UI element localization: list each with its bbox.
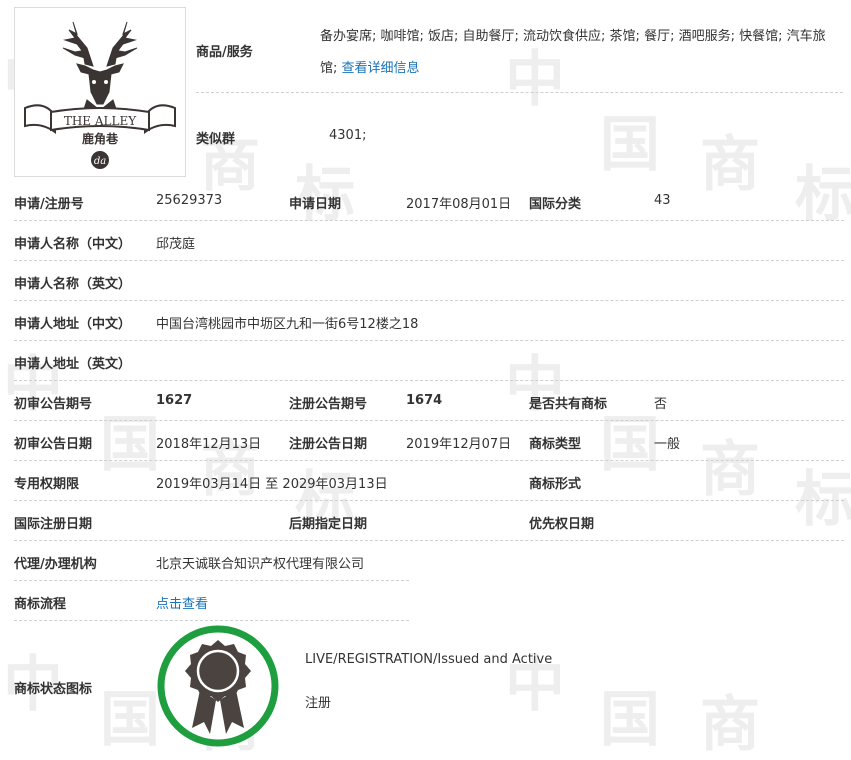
intl-reg-date-label: 国际注册日期 (14, 517, 93, 532)
issue-date-row: 初审公告日期 2018年12月13日 注册公告日期 2019年12月07日 商标… (14, 420, 844, 461)
reg-no-value: 25629373 (156, 193, 223, 208)
reg-date-label: 注册公告日期 (289, 437, 368, 452)
mark-form-label: 商标形式 (529, 477, 582, 492)
logo-brand-text: THE ALLEY (64, 114, 137, 128)
similar-group-row: 类似群 4301; (196, 92, 843, 180)
shared-label: 是否共有商标 (529, 397, 608, 412)
status-row: 商标状态图标 LIVE/REGISTRATION/Issued and Acti… (14, 620, 844, 750)
similar-group-value: 4301; (329, 128, 367, 143)
priority-date-label: 优先权日期 (529, 517, 595, 532)
exclusive-value: 2019年03月14日 至 2029年03月13日 (156, 477, 388, 492)
status-icon-label: 商标状态图标 (14, 682, 93, 697)
reg-issue-value: 1674 (406, 393, 443, 408)
address-cn-label: 申请人地址（中文） (14, 317, 132, 332)
address-cn-row: 申请人地址（中文） 中国台湾桃园市中坜区九和一街6号12楼之18 (14, 300, 844, 341)
services-value: 备办宴席; 咖啡馆; 饭店; 自助餐厅; 流动饮食供应; 茶馆; 餐厅; 酒吧服… (320, 21, 840, 85)
process-label: 商标流程 (14, 597, 67, 612)
applicant-cn-value: 邱茂庭 (156, 237, 196, 252)
status-cn-text: 注册 (305, 696, 332, 711)
prelim-issue-value: 1627 (156, 393, 193, 408)
registered-badge-icon (157, 625, 279, 747)
prelim-date-value: 2018年12月13日 (156, 437, 262, 452)
trademark-logo-image: THE ALLEY 鹿角巷 da (24, 21, 176, 169)
trademark-logo: THE ALLEY 鹿角巷 da (14, 7, 186, 177)
agent-row: 代理/办理机构 北京天诚联合知识产权代理有限公司 (14, 540, 409, 581)
apply-date-value: 2017年08月01日 (406, 197, 512, 212)
process-row: 商标流程 点击查看 (14, 580, 409, 621)
prelim-issue-label: 初审公告期号 (14, 397, 93, 412)
services-row: 商品/服务 备办宴席; 咖啡馆; 饭店; 自助餐厅; 流动饮食供应; 茶馆; 餐… (196, 7, 843, 93)
logo-sub-text: 鹿角巷 (82, 131, 119, 146)
address-en-label: 申请人地址（英文） (14, 357, 132, 372)
intl-class-label: 国际分类 (529, 197, 582, 212)
agent-label: 代理/办理机构 (14, 557, 97, 572)
agent-value: 北京天诚联合知识产权代理有限公司 (156, 557, 365, 572)
applicant-en-row: 申请人名称（英文） (14, 260, 844, 301)
reg-no-label: 申请/注册号 (14, 197, 84, 212)
exclusive-row: 专用权期限 2019年03月14日 至 2029年03月13日 商标形式 (14, 460, 844, 501)
exclusive-label: 专用权期限 (14, 477, 80, 492)
prelim-date-label: 初审公告日期 (14, 437, 93, 452)
applicant-cn-row: 申请人名称（中文） 邱茂庭 (14, 220, 844, 261)
registration-row: 申请/注册号 25629373 申请日期 2017年08月01日 国际分类 43 (14, 180, 844, 221)
mark-type-value: 一般 (654, 437, 681, 452)
applicant-en-label: 申请人名称（英文） (14, 277, 132, 292)
intl-reg-row: 国际注册日期 后期指定日期 优先权日期 (14, 500, 844, 541)
address-cn-value: 中国台湾桃园市中坜区九和一街6号12楼之18 (156, 317, 419, 332)
reg-date-value: 2019年12月07日 (406, 437, 512, 452)
mark-type-label: 商标类型 (529, 437, 582, 452)
apply-date-label: 申请日期 (289, 197, 342, 212)
intl-class-value: 43 (654, 193, 671, 208)
issue-row: 初审公告期号 1627 注册公告期号 1674 是否共有商标 否 (14, 380, 844, 421)
shared-value: 否 (654, 397, 668, 412)
process-link[interactable]: 点击查看 (156, 593, 208, 612)
services-detail-link[interactable]: 查看详细信息 (342, 61, 420, 76)
similar-group-label: 类似群 (196, 132, 236, 147)
address-en-row: 申请人地址（英文） (14, 340, 844, 381)
reg-issue-label: 注册公告期号 (289, 397, 368, 412)
later-designation-label: 后期指定日期 (289, 517, 368, 532)
logo-mark-text: da (94, 156, 106, 167)
status-en-text: LIVE/REGISTRATION/Issued and Active (305, 652, 553, 667)
applicant-cn-label: 申请人名称（中文） (14, 237, 132, 252)
services-label: 商品/服务 (196, 45, 253, 60)
